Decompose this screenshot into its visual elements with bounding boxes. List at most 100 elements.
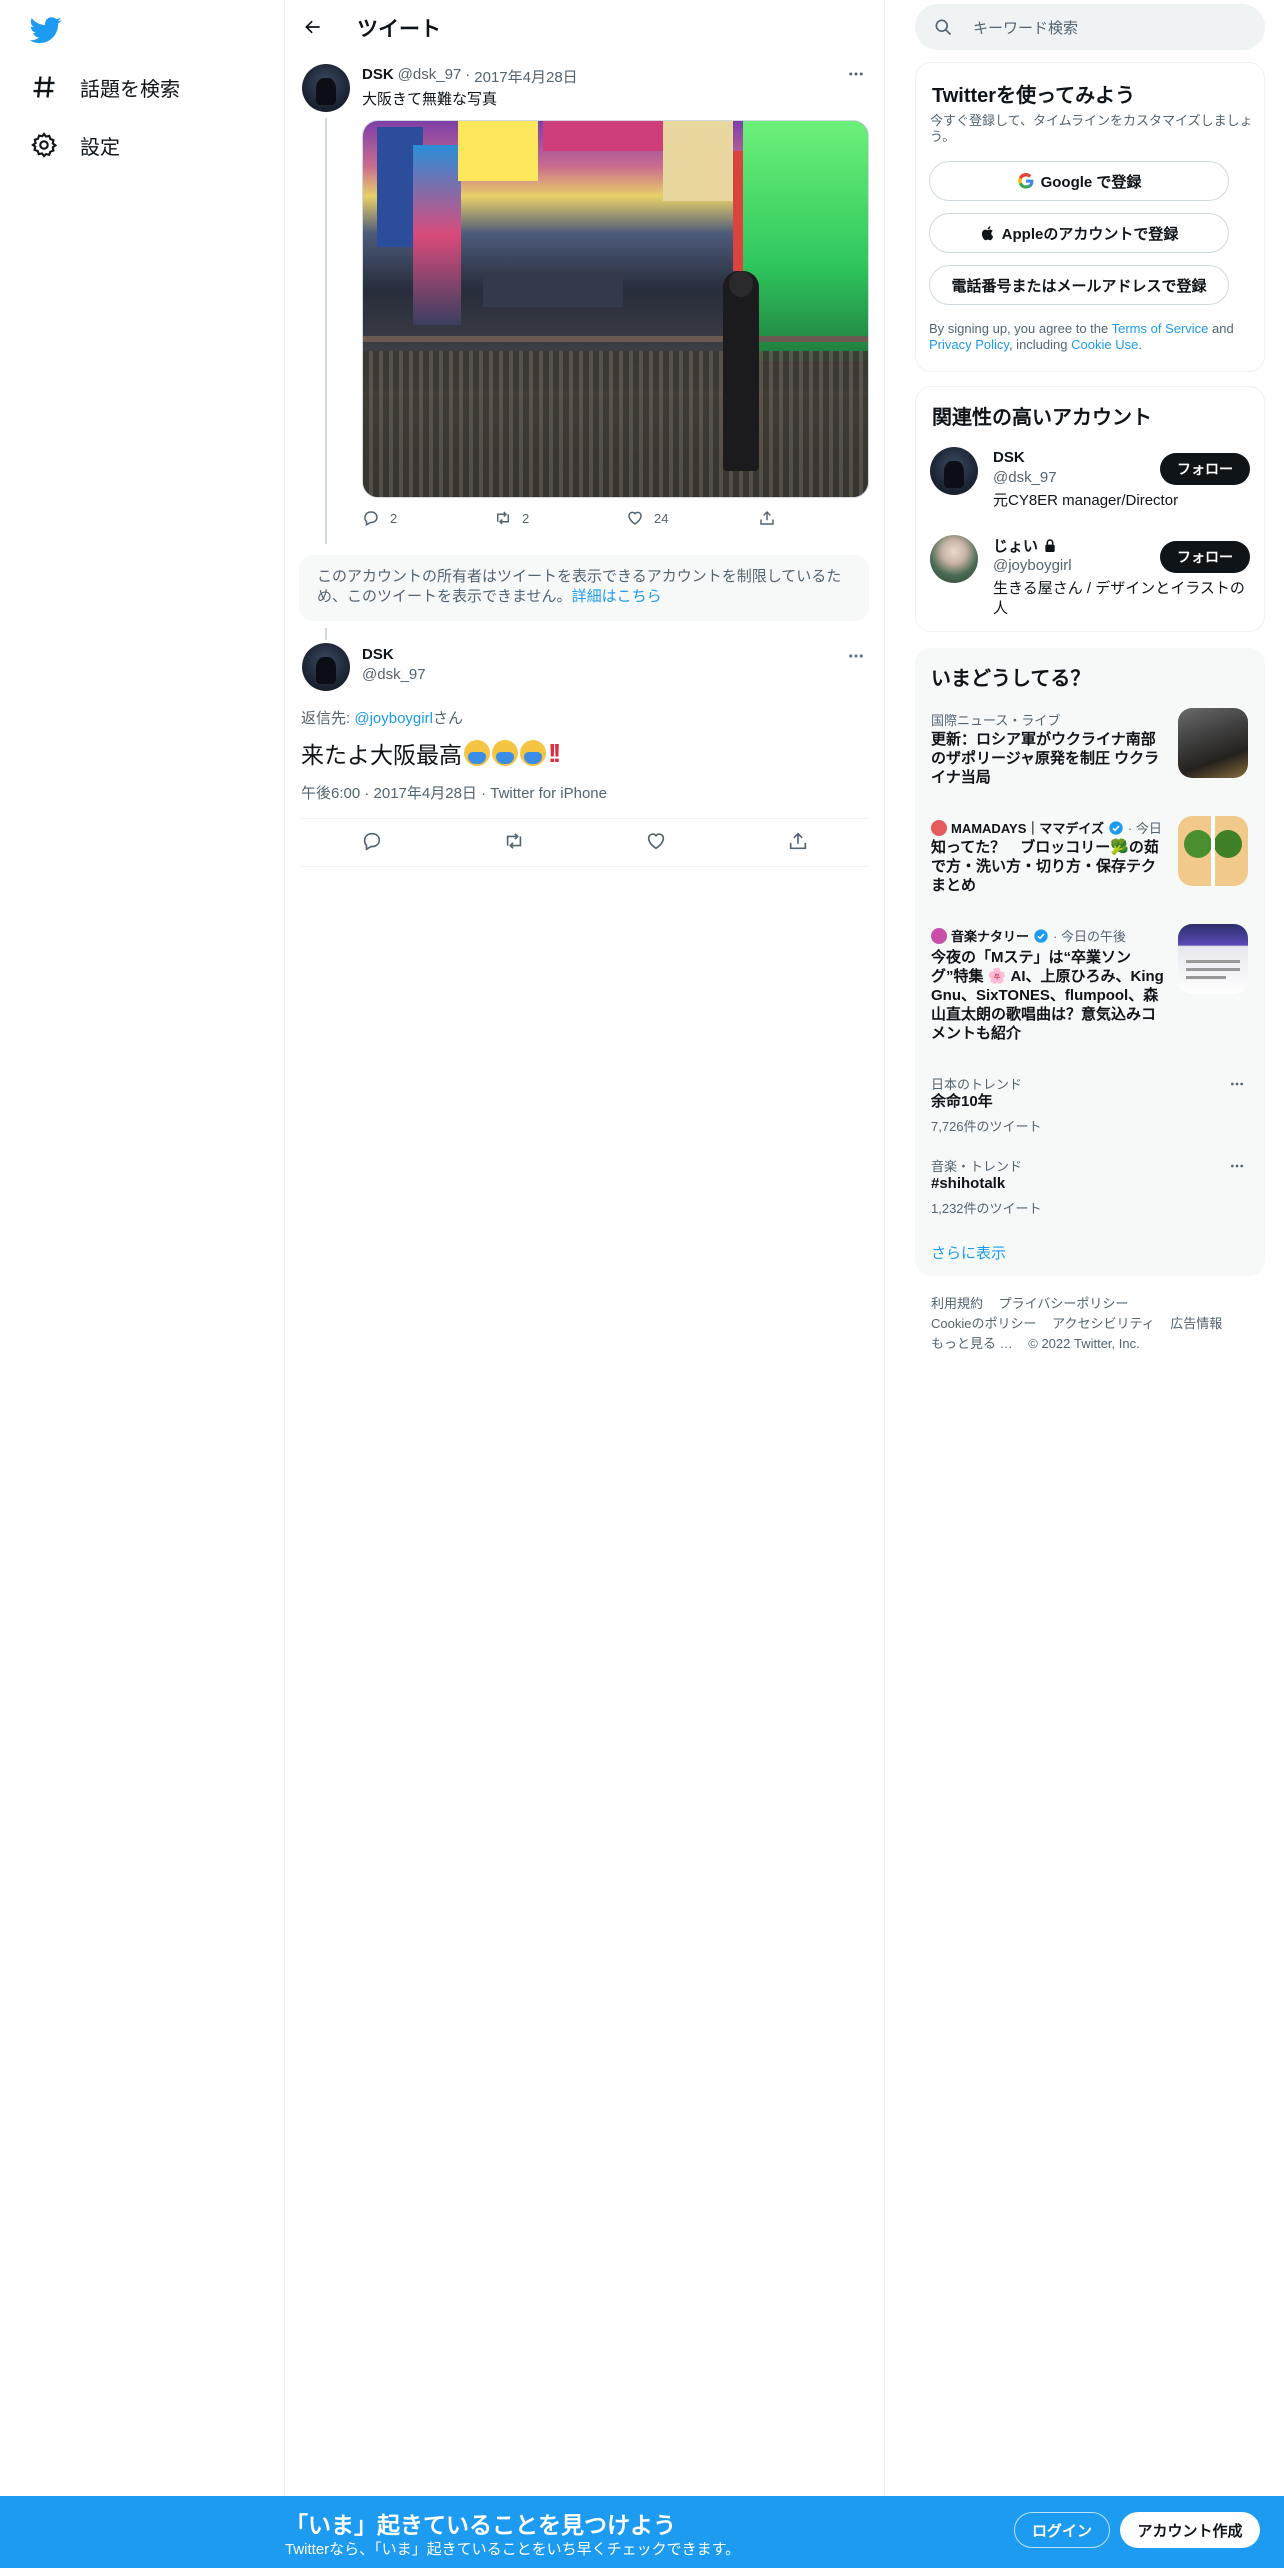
- create-account-button[interactable]: アカウント作成: [1120, 2512, 1260, 2548]
- learn-more-link[interactable]: 詳細はこちら: [572, 588, 662, 605]
- divider: [301, 818, 869, 819]
- apple-signup-label: Appleのアカウントで登録: [1001, 225, 1179, 243]
- bottombar-subtitle: Twitterなら、「いま」起きていることをいち早くチェックできます。: [285, 2541, 741, 2558]
- emoji-icon: [492, 740, 518, 766]
- nav-settings[interactable]: 設定: [30, 120, 120, 170]
- trend-meta: 日本のトレンド: [931, 1077, 1023, 1092]
- share-button[interactable]: [787, 830, 809, 852]
- arrow-left-icon: [303, 17, 323, 37]
- twitter-logo-icon[interactable]: [30, 14, 66, 50]
- trend-title: 更新：ロシア軍がウクライナ南部のザポリージャ原発を制圧 ウクライナ当局: [931, 731, 1160, 786]
- footer-link[interactable]: Cookieのポリシー: [931, 1316, 1036, 1331]
- tweet1-author-name[interactable]: DSK: [362, 66, 394, 87]
- search-box[interactable]: キーワード検索: [915, 4, 1265, 50]
- tweet1-date[interactable]: 2017年4月28日: [474, 66, 577, 87]
- like-count: 24: [654, 510, 669, 526]
- hashtag-icon: [30, 73, 58, 101]
- nav-explore[interactable]: 話題を検索: [30, 62, 180, 112]
- tweet2-author-handle[interactable]: @dsk_97: [362, 666, 426, 683]
- tweet2-author-name[interactable]: DSK: [362, 646, 394, 663]
- bottombar-title: 「いま」起きていることを見つけよう: [285, 2512, 676, 2538]
- avatar[interactable]: [930, 447, 978, 495]
- footer-link[interactable]: プライバシーポリシー: [999, 1296, 1129, 1311]
- terms-link[interactable]: Terms of Service: [1112, 321, 1209, 336]
- trends-card: いまどうしてる？ 国際ニュース・ライブ 更新：ロシア軍がウクライナ南部のザポリー…: [915, 648, 1265, 1276]
- apple-signup-button[interactable]: Appleのアカウントで登録: [929, 213, 1229, 253]
- trend-more-button[interactable]: [1223, 1070, 1251, 1098]
- restricted-notice: このアカウントの所有者はツイートを表示できるアカウントを制限しているため、このツ…: [299, 555, 869, 621]
- related-account-handle[interactable]: @dsk_97: [993, 469, 1057, 486]
- thread-line: [325, 628, 327, 640]
- google-signup-label: Google で登録: [1040, 173, 1142, 191]
- trend-meta: 国際ニュース・ライブ: [931, 713, 1061, 728]
- trend-title: 余命10年: [931, 1093, 993, 1110]
- privacy-link[interactable]: Privacy Policy: [929, 337, 1009, 352]
- avatar[interactable]: [930, 535, 978, 583]
- show-more-link[interactable]: さらに表示: [931, 1242, 1006, 1263]
- footer-link[interactable]: 広告情報: [1170, 1316, 1222, 1331]
- thread-line: [325, 118, 327, 544]
- like-button[interactable]: [645, 830, 667, 852]
- heart-icon: [626, 509, 644, 527]
- reply-button[interactable]: [361, 830, 383, 852]
- reply-icon: [361, 830, 383, 852]
- trend-title: 知ってた？ ブロッコリー🥦の茹で方・洗い方・切り方・保存テクまとめ: [931, 839, 1159, 894]
- related-account-name[interactable]: じょい: [993, 535, 1038, 556]
- search-input[interactable]: キーワード検索: [973, 17, 1078, 38]
- main-column: ツイート DSK @dsk_97 · 2017年4月28日 大阪きて無難な写真: [285, 0, 885, 2568]
- legal-text: By signing up, you agree to the: [929, 321, 1112, 336]
- page-title: ツイート: [357, 18, 441, 41]
- cookie-link[interactable]: Cookie Use: [1071, 337, 1138, 352]
- avatar[interactable]: [302, 643, 350, 691]
- retweet-icon: [494, 509, 512, 527]
- more-horizontal-icon: [1229, 1158, 1245, 1174]
- related-account-bio: 生きる屋さん / デザインとイラストの人: [993, 580, 1245, 617]
- retweet-icon: [503, 830, 525, 852]
- signup-prompt-bar: 「いま」起きていることを見つけよう Twitterなら、「いま」起きていることを…: [0, 2496, 1284, 2568]
- verified-icon: [1033, 928, 1049, 944]
- follow-button[interactable]: フォロー: [1160, 453, 1250, 485]
- tweet1-author-handle[interactable]: @dsk_97: [398, 66, 462, 87]
- retweet-button[interactable]: [503, 830, 525, 852]
- reply-button[interactable]: 2: [362, 509, 494, 527]
- google-signup-button[interactable]: Google で登録: [929, 161, 1229, 201]
- trend-thumbnail: [1178, 816, 1248, 886]
- tweet2-text-body: 来たよ大阪最高: [301, 742, 462, 768]
- trend-more-button[interactable]: [1223, 1152, 1251, 1180]
- reply-to-user-link[interactable]: @joyboygirl: [354, 710, 433, 727]
- footer-link[interactable]: アクセシビリティ: [1052, 1316, 1155, 1331]
- source-avatar-icon: [931, 819, 947, 836]
- nav-settings-label: 設定: [80, 136, 120, 159]
- tweet1-text: 大阪きて無難な写真: [362, 91, 498, 108]
- tweet2-more-button[interactable]: [842, 642, 870, 670]
- apple-icon: [980, 224, 1002, 242]
- retweet-button[interactable]: 2: [494, 509, 626, 527]
- related-account-handle[interactable]: @joyboygirl: [993, 557, 1072, 574]
- follow-button[interactable]: フォロー: [1160, 541, 1250, 573]
- legal-text: , including: [1008, 337, 1072, 352]
- trend-source: MAMADAYS｜ママデイズ: [951, 821, 1104, 836]
- share-button[interactable]: [758, 509, 776, 527]
- login-button[interactable]: ログイン: [1014, 2512, 1110, 2548]
- verified-icon: [1108, 820, 1124, 836]
- avatar[interactable]: [302, 64, 350, 112]
- like-button[interactable]: 24: [626, 509, 758, 527]
- related-account-name[interactable]: DSK: [993, 449, 1025, 466]
- footer-link[interactable]: もっと見る …: [931, 1336, 1013, 1351]
- tweet2-meta[interactable]: 午後6:00 · 2017年4月28日 · Twitter for iPhone: [301, 782, 607, 803]
- more-horizontal-icon: [847, 647, 865, 665]
- trend-meta: MAMADAYS｜ママデイズ · 今日: [931, 818, 1162, 837]
- related-accounts-card: 関連性の高いアカウント DSK @dsk_97 元CY8ER manager/D…: [915, 386, 1265, 632]
- share-icon: [787, 830, 809, 852]
- source-avatar-icon: [931, 927, 947, 944]
- tweet1-more-button[interactable]: [842, 60, 870, 88]
- back-button[interactable]: [297, 11, 329, 43]
- legal-text: .: [1138, 337, 1142, 352]
- footer-link[interactable]: 利用規約: [931, 1296, 983, 1311]
- tweet1-photo[interactable]: [362, 120, 869, 498]
- related-account-name-row: じょい: [993, 535, 1058, 556]
- phone-email-signup-button[interactable]: 電話番号またはメールアドレスで登録: [929, 265, 1229, 305]
- trend-thumbnail: [1178, 708, 1248, 778]
- share-icon: [758, 509, 776, 527]
- tweet2-actions: [301, 830, 869, 852]
